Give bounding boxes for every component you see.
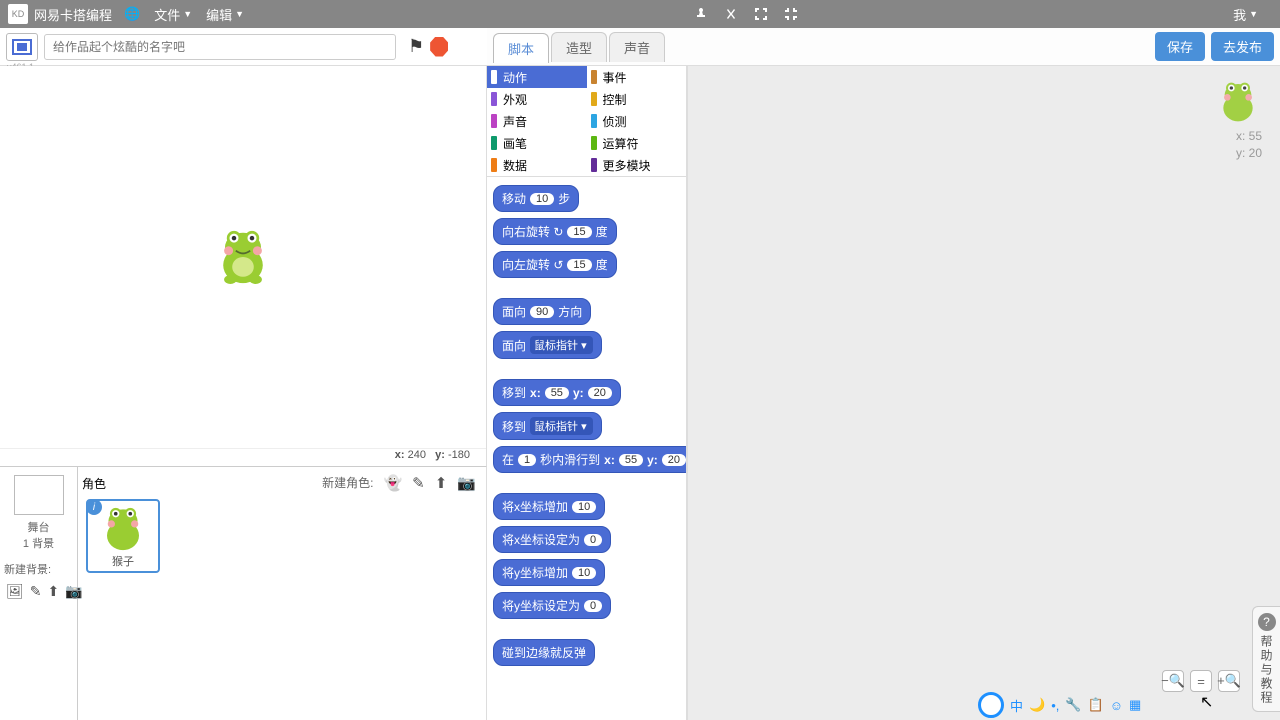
app-logo: KD xyxy=(8,4,28,24)
paint-sprite-icon[interactable]: ✎ xyxy=(412,474,425,492)
stage[interactable] xyxy=(0,66,486,448)
ime-moon-icon[interactable]: 🌙 xyxy=(1029,697,1045,713)
block-glide[interactable]: 在1秒内滑行到x:55y:20 xyxy=(493,446,686,473)
stamp-icon[interactable] xyxy=(690,3,712,25)
category-3[interactable]: 控制 xyxy=(587,88,687,110)
sprite-panel: 舞台 1 背景 新建背景: 🖼 ✎ ⬆ 📷 角色 新建角色: 👻 ✎ xyxy=(0,466,487,720)
help-label: 帮助与教程 xyxy=(1258,635,1275,705)
tabs-row: 脚本 造型 声音 保存 去发布 xyxy=(487,28,1280,66)
upload-backdrop-icon[interactable]: ⬆ xyxy=(48,583,60,600)
paint-backdrop-icon[interactable]: 🖼 xyxy=(6,583,24,600)
ime-wrench-icon[interactable]: 🔧 xyxy=(1065,697,1081,713)
block-bounce[interactable]: 碰到边缘就反弹 xyxy=(493,639,595,666)
stop-icon[interactable] xyxy=(430,37,448,57)
block-change-x[interactable]: 将x坐标增加10 xyxy=(493,493,605,520)
help-tab[interactable]: ? 帮助与教程 xyxy=(1252,606,1280,712)
title-row: ⚑ xyxy=(0,28,487,66)
categories: 动作事件外观控制声音侦测画笔运算符数据更多模块 xyxy=(487,66,686,177)
category-5[interactable]: 侦测 xyxy=(587,110,687,132)
fullscreen-stage-button[interactable] xyxy=(6,33,38,61)
project-title-input[interactable] xyxy=(44,34,396,60)
block-set-y[interactable]: 将y坐标设定为0 xyxy=(493,592,611,619)
zoom-out-icon[interactable]: −🔍 xyxy=(1162,670,1184,692)
ime-smile-icon[interactable]: ☺ xyxy=(1110,698,1123,713)
block-point-dir[interactable]: 面向90方向 xyxy=(493,298,591,325)
menu-edit[interactable]: 编辑▼ xyxy=(206,5,244,24)
brush-backdrop-icon[interactable]: ✎ xyxy=(30,583,42,600)
backdrop-count: 1 背景 xyxy=(4,535,73,551)
tab-costumes[interactable]: 造型 xyxy=(551,32,607,62)
ime-comma-icon[interactable]: •, xyxy=(1051,698,1059,713)
green-flag-icon[interactable]: ⚑ xyxy=(408,36,424,57)
category-9[interactable]: 更多模块 xyxy=(587,154,687,176)
category-7[interactable]: 运算符 xyxy=(587,132,687,154)
tab-sounds[interactable]: 声音 xyxy=(609,32,665,62)
new-backdrop-label: 新建背景: xyxy=(4,561,73,577)
block-point-to[interactable]: 面向鼠标指针 ▾ xyxy=(493,331,602,359)
block-move[interactable]: 移动10步 xyxy=(493,185,579,212)
stage-area: x: 240 y: -180 xyxy=(0,66,487,466)
sprite-name: 猴子 xyxy=(112,553,134,569)
ime-toolbar: 中 🌙 •, 🔧 📋 ☺ ▦ xyxy=(978,692,1141,718)
block-goto-ptr[interactable]: 移到鼠标指针 ▾ xyxy=(493,412,602,440)
zoom-in-icon[interactable]: +🔍 xyxy=(1218,670,1240,692)
ime-logo-icon[interactable] xyxy=(978,692,1004,718)
canvas-coords: x: 55 y: 20 xyxy=(1236,128,1262,162)
scissors-icon[interactable] xyxy=(720,3,742,25)
save-button[interactable]: 保存 xyxy=(1155,32,1205,61)
block-goto-xy[interactable]: 移到x:55y:20 xyxy=(493,379,621,406)
blocks-list: 移动10步 向右旋转 ↻15度 向左旋转 ↺15度 面向90方向 面向鼠标指针 … xyxy=(487,177,686,697)
category-1[interactable]: 事件 xyxy=(587,66,687,88)
publish-button[interactable]: 去发布 xyxy=(1211,32,1274,61)
brand-label: 网易卡搭编程 xyxy=(34,5,112,24)
ime-note-icon[interactable]: 📋 xyxy=(1088,697,1104,713)
ime-lang[interactable]: 中 xyxy=(1010,696,1023,715)
block-turn-left[interactable]: 向左旋转 ↺15度 xyxy=(493,251,617,278)
category-8[interactable]: 数据 xyxy=(487,154,587,176)
script-canvas[interactable]: x: 55 y: 20 −🔍 = +🔍 ? 帮助与教程 xyxy=(687,66,1280,720)
help-icon: ? xyxy=(1258,613,1276,631)
block-turn-right[interactable]: 向右旋转 ↻15度 xyxy=(493,218,617,245)
stage-coords: x: 240 y: -180 xyxy=(0,448,486,466)
backdrop-thumb[interactable] xyxy=(14,475,64,515)
category-6[interactable]: 画笔 xyxy=(487,132,587,154)
shrink-icon[interactable] xyxy=(780,3,802,25)
category-4[interactable]: 声音 xyxy=(487,110,587,132)
new-sprite-label: 新建角色: xyxy=(322,474,373,492)
category-2[interactable]: 外观 xyxy=(487,88,587,110)
block-set-x[interactable]: 将x坐标设定为0 xyxy=(493,526,611,553)
sprite-on-stage[interactable] xyxy=(216,227,270,287)
category-0[interactable]: 动作 xyxy=(487,66,587,88)
menu-file[interactable]: 文件▼ xyxy=(154,5,192,24)
globe-icon[interactable]: 🌐 xyxy=(124,6,140,22)
backdrop-column: 舞台 1 背景 新建背景: 🖼 ✎ ⬆ 📷 xyxy=(0,467,78,720)
choose-sprite-icon[interactable]: 👻 xyxy=(383,474,402,492)
mouse-cursor-icon: ↖ xyxy=(1200,692,1213,712)
sprites-header-label: 角色 xyxy=(82,475,106,492)
tab-scripts[interactable]: 脚本 xyxy=(493,33,549,63)
camera-sprite-icon[interactable]: 📷 xyxy=(457,474,476,492)
upload-sprite-icon[interactable]: ⬆ xyxy=(435,474,448,492)
menu-me[interactable]: 我▼ xyxy=(1233,5,1258,24)
ime-grid-icon[interactable]: ▦ xyxy=(1129,697,1141,713)
block-palette: 动作事件外观控制声音侦测画笔运算符数据更多模块 移动10步 向右旋转 ↻15度 … xyxy=(487,66,687,720)
stage-label: 舞台 xyxy=(4,519,73,535)
block-change-y[interactable]: 将y坐标增加10 xyxy=(493,559,605,586)
top-menubar: KD 网易卡搭编程 🌐 文件▼ 编辑▼ 我▼ xyxy=(0,0,1280,28)
grow-icon[interactable] xyxy=(750,3,772,25)
sprite-info-icon[interactable]: i xyxy=(86,499,102,515)
sprite-thumb[interactable]: i 猴子 xyxy=(86,499,160,573)
zoom-reset-icon[interactable]: = xyxy=(1190,670,1212,692)
canvas-sprite-preview xyxy=(1218,80,1258,124)
